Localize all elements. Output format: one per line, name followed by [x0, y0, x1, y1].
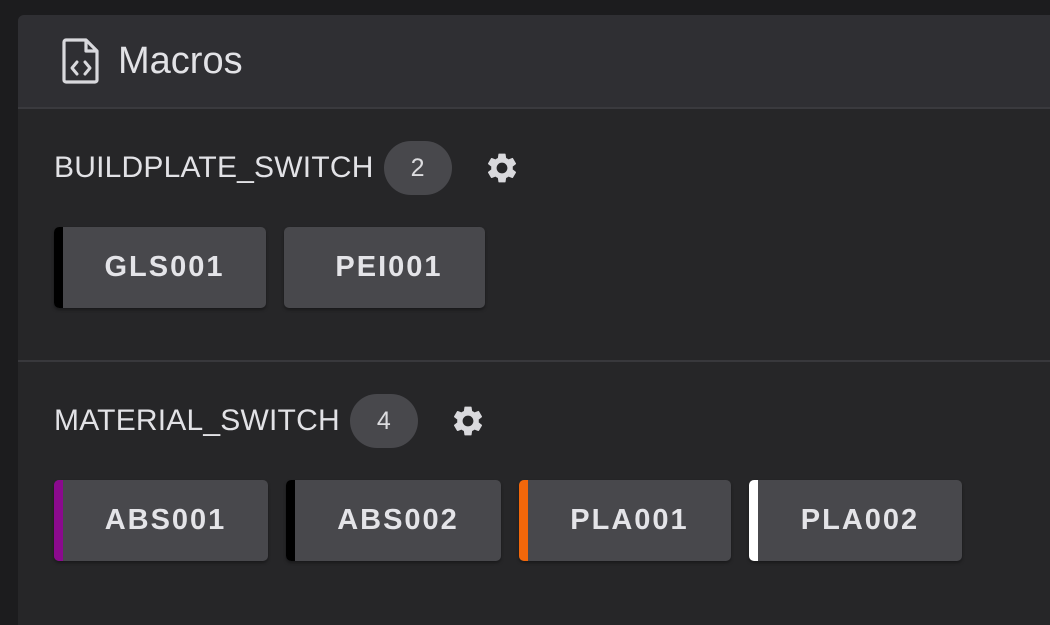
macro-label: ABS002 [337, 504, 459, 536]
macro-group-material: MATERIAL_SWITCH 4 ABS001 ABS002 PLA001 P… [18, 362, 1050, 625]
macro-button-pei001[interactable]: PEI001 [284, 227, 485, 308]
macro-count-badge: 2 [383, 141, 452, 195]
macro-button-abs002[interactable]: ABS002 [286, 480, 501, 561]
color-stripe [54, 227, 63, 308]
panel-title: Macros [118, 39, 243, 82]
group-header: MATERIAL_SWITCH 4 [54, 394, 486, 448]
macro-count-badge: 4 [349, 394, 418, 448]
macro-label: PEI001 [335, 251, 443, 283]
macros-panel: Macros BUILDPLATE_SWITCH 2 GLS001 PEI001… [18, 15, 1050, 625]
macro-button-abs001[interactable]: ABS001 [54, 480, 268, 561]
gear-icon[interactable] [450, 403, 486, 439]
group-name: BUILDPLATE_SWITCH [54, 151, 374, 184]
macro-label: PLA001 [570, 504, 689, 536]
macro-button-row: ABS001 ABS002 PLA001 PLA002 [54, 480, 962, 561]
file-code-icon [62, 38, 99, 84]
gear-icon[interactable] [484, 150, 520, 186]
color-stripe [286, 480, 295, 561]
color-stripe [519, 480, 528, 561]
group-name: MATERIAL_SWITCH [54, 404, 340, 437]
color-stripe [54, 480, 63, 561]
panel-header: Macros [18, 15, 1050, 109]
macro-group-buildplate: BUILDPLATE_SWITCH 2 GLS001 PEI001 [18, 109, 1050, 362]
macro-button-pla002[interactable]: PLA002 [749, 480, 962, 561]
macro-button-gls001[interactable]: GLS001 [54, 227, 266, 308]
macro-label: GLS001 [104, 251, 225, 283]
macro-label: ABS001 [104, 504, 227, 536]
macro-button-pla001[interactable]: PLA001 [519, 480, 731, 561]
macro-label: PLA002 [800, 504, 920, 536]
color-stripe [749, 480, 758, 561]
macro-button-row: GLS001 PEI001 [54, 227, 485, 308]
group-header: BUILDPLATE_SWITCH 2 [54, 141, 520, 195]
